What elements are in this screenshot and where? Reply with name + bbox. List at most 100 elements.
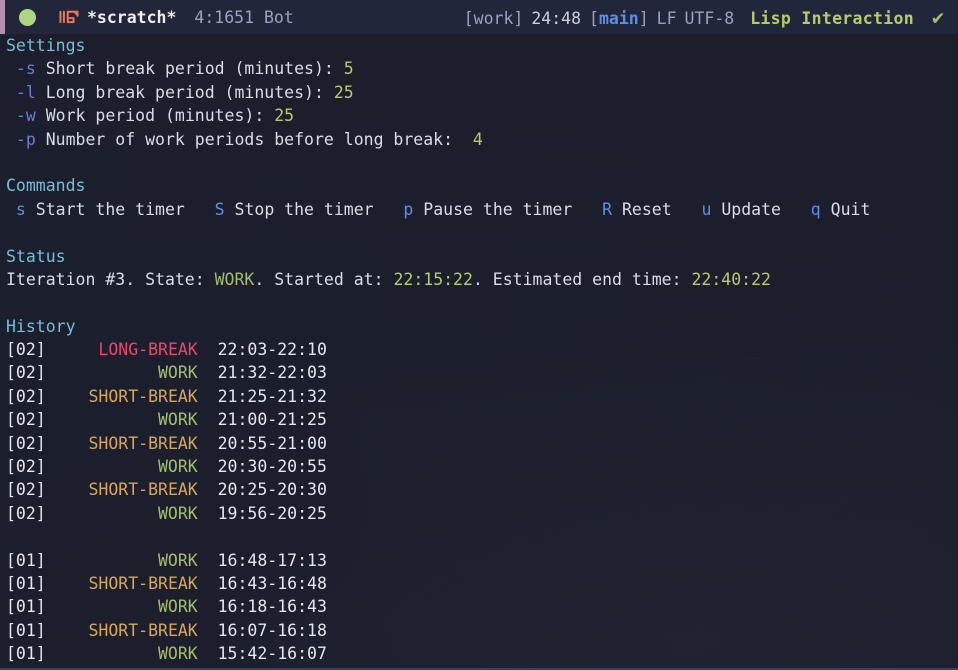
history-row[interactable]: [02] SHORT-BREAK 21:25-21:32 — [0, 385, 958, 408]
history-state: WORK — [158, 550, 198, 570]
vc-branch-name[interactable]: main — [599, 9, 639, 28]
command-key: q — [780, 199, 821, 219]
settings-row[interactable]: -p Number of work periods before long br… — [0, 128, 958, 151]
history-range: 20:25-20:30 — [197, 480, 327, 500]
command-label: Quit — [820, 199, 871, 219]
encoding-indicator[interactable]: UTF-8 — [685, 9, 735, 28]
history-state: SHORT-BREAK — [88, 620, 198, 640]
settings-row[interactable]: -l Long break period (minutes): 25 — [0, 81, 958, 104]
command-item[interactable]: q Quit — [780, 199, 871, 219]
history-row[interactable]: [02] WORK 20:30-20:55 — [0, 455, 958, 478]
status-iteration-prefix: Iteration #3. State: — [6, 269, 215, 289]
history-block-separator — [0, 525, 958, 548]
history-state: WORK — [158, 363, 198, 383]
settings-label: Short break period (minutes): — [35, 59, 334, 79]
settings-value[interactable]: 4 — [453, 130, 483, 149]
history-row[interactable]: [01] WORK 16:18-16:43 — [0, 595, 958, 618]
history-state: SHORT-BREAK — [88, 573, 198, 593]
eol-indicator[interactable]: LF — [657, 9, 677, 28]
command-label: Update — [711, 199, 781, 219]
status-started-prefix: . Started at: — [254, 269, 394, 289]
history-row[interactable]: [02] WORK 19:56-20:25 — [0, 502, 958, 525]
check-icon: ✔ — [931, 4, 944, 29]
command-key: u — [671, 199, 712, 219]
history-iteration: [01] — [6, 620, 46, 640]
history-range: 21:00-21:25 — [197, 410, 327, 430]
status-line: Iteration #3. State: WORK. Started at: 2… — [0, 268, 958, 291]
command-item[interactable]: p Pause the timer — [374, 200, 572, 219]
command-item[interactable]: R Reset — [572, 199, 672, 219]
settings-value[interactable]: 25 — [324, 83, 354, 102]
history-iteration: [01] — [6, 550, 46, 570]
history-range: 16:18-16:43 — [197, 597, 327, 617]
history-range: 16:43-16:48 — [197, 573, 327, 593]
settings-flag: -s — [6, 59, 36, 79]
scratch-buffer[interactable]: Settings -s Short break period (minutes)… — [0, 34, 958, 670]
modeline: *scratch* 4:1651 Bot [work] 24:48 [main]… — [0, 0, 958, 34]
history-row[interactable]: [01] SHORT-BREAK 16:43-16:48 — [0, 572, 958, 595]
history-row[interactable]: [02] LONG-BREAK 22:03-22:10 — [0, 338, 958, 361]
settings-flag: -l — [6, 82, 36, 102]
history-row[interactable]: [01] SHORT-BREAK 16:07-16:18 — [0, 619, 958, 642]
history-row[interactable]: [02] WORK 21:32-22:03 — [0, 361, 958, 384]
history-range: 22:03-22:10 — [197, 340, 327, 360]
history-state: WORK — [158, 457, 198, 477]
history-state: WORK — [158, 410, 198, 430]
settings-label: Number of work periods before long break… — [35, 129, 454, 149]
settings-flag: -w — [6, 106, 36, 126]
major-mode-indicator[interactable]: Lisp Interaction — [750, 9, 914, 28]
command-item[interactable]: u Update — [672, 200, 781, 219]
history-iteration: [02] — [6, 433, 46, 453]
vc-bracket-open: [ — [589, 8, 599, 28]
history-row[interactable]: [01] WORK 15:42-16:07 — [0, 642, 958, 665]
history-range: 21:32-22:03 — [197, 363, 327, 383]
history-range: 16:07-16:18 — [197, 620, 327, 640]
commands-list: s Start the timer S Stop the timer p Pau… — [0, 198, 958, 221]
history-heading: History — [6, 316, 76, 336]
buffer-name[interactable]: *scratch* — [87, 8, 176, 27]
history-row[interactable]: [01] WORK 16:48-17:13 — [0, 549, 958, 572]
history-row[interactable]: [02] SHORT-BREAK 20:25-20:30 — [0, 478, 958, 501]
buffer-position: 4:1651 Bot — [194, 7, 294, 27]
settings-row[interactable]: -s Short break period (minutes): 5 — [0, 57, 958, 80]
modeline-right-group: [work] 24:48 [main] LF UTF-8 Lisp Intera… — [464, 7, 958, 28]
settings-value[interactable]: 25 — [264, 106, 294, 125]
history-iteration: [01] — [6, 597, 46, 617]
history-state: LONG-BREAK — [98, 340, 198, 360]
command-item[interactable]: s Start the timer — [6, 200, 185, 219]
status-started-at: 22:15:22 — [393, 269, 473, 289]
project-indicator[interactable]: [work] — [464, 9, 524, 28]
history-state: SHORT-BREAK — [88, 480, 198, 500]
history-iteration: [02] — [6, 340, 46, 360]
history-state: SHORT-BREAK — [88, 386, 198, 406]
history-range: 20:30-20:55 — [197, 457, 327, 477]
status-estimated-end: 22:40:22 — [691, 269, 771, 289]
history-iteration: [02] — [6, 410, 46, 430]
lisp-logo-icon — [59, 10, 79, 24]
history-iteration: [02] — [6, 386, 46, 406]
command-item[interactable]: S Stop the timer — [185, 200, 374, 219]
status-estimated-prefix: . Estimated end time: — [472, 269, 692, 289]
history-iteration: [01] — [6, 573, 46, 593]
command-key: S — [184, 199, 225, 219]
command-key: R — [572, 199, 613, 219]
history-iteration: [02] — [6, 503, 46, 523]
history-row[interactable]: [02] SHORT-BREAK 20:55-21:00 — [0, 432, 958, 455]
history-iteration: [01] — [6, 644, 46, 664]
history-range: 19:56-20:25 — [197, 503, 327, 523]
history-state: WORK — [158, 503, 198, 523]
history-state: SHORT-BREAK — [88, 433, 198, 453]
settings-label: Work period (minutes): — [35, 106, 265, 126]
command-label: Start the timer — [25, 199, 185, 219]
command-label: Reset — [612, 199, 672, 219]
history-iteration: [02] — [6, 457, 46, 477]
history-row[interactable]: [02] WORK 21:00-21:25 — [0, 408, 958, 431]
settings-row[interactable]: -w Work period (minutes): 25 — [0, 104, 958, 127]
vc-bracket-close: ] — [638, 8, 649, 28]
settings-heading: Settings — [6, 36, 86, 55]
command-label: Stop the timer — [224, 199, 374, 219]
settings-flag: -p — [6, 129, 36, 149]
settings-value[interactable]: 5 — [334, 59, 354, 78]
